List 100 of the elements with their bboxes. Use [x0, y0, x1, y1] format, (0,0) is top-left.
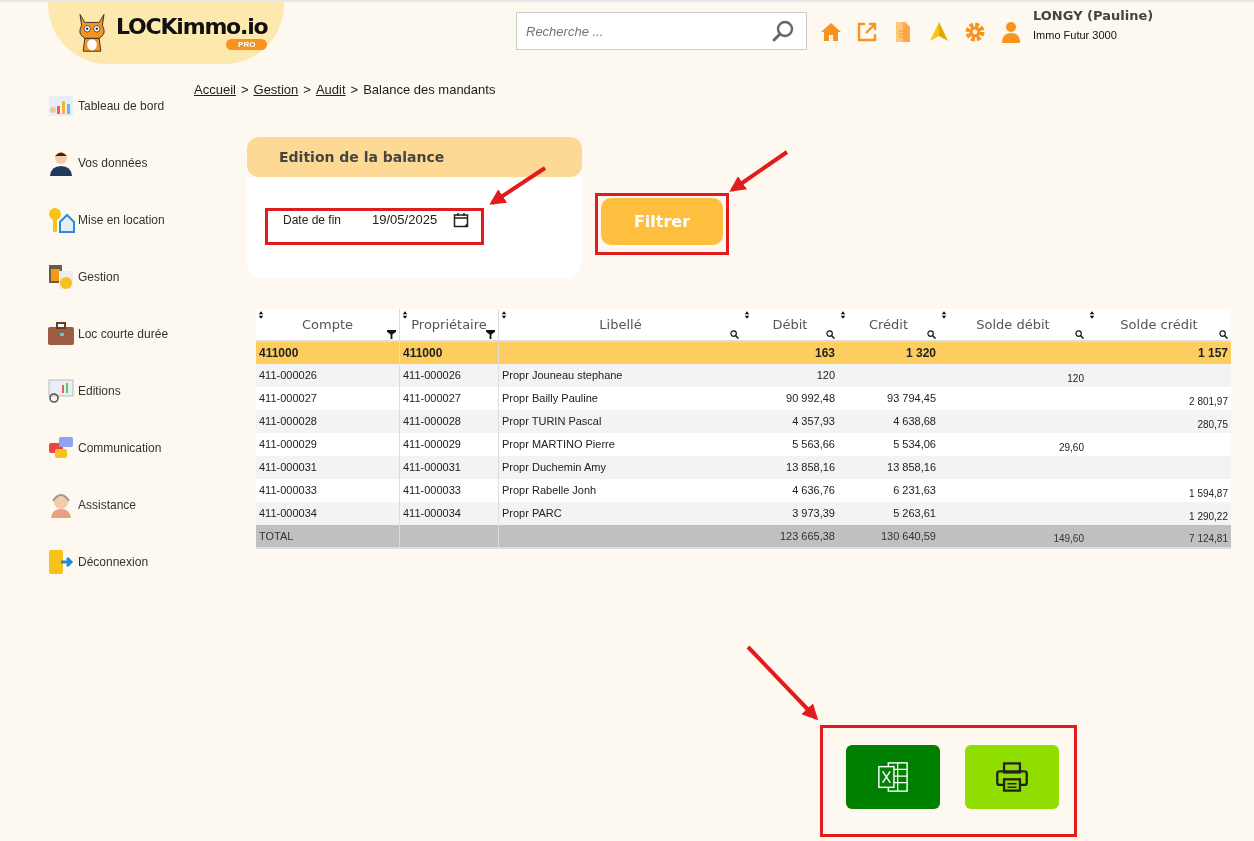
- breadcrumb-separator: >: [350, 82, 359, 97]
- date-field[interactable]: Date de fin 19/05/2025: [267, 203, 477, 236]
- table-cell: 123 665,38: [779, 529, 835, 542]
- table-cell: 5 534,06: [893, 438, 936, 450]
- table-cell: 120: [816, 369, 835, 381]
- search-icon[interactable]: [1219, 330, 1228, 339]
- search-field[interactable]: Recherche ...: [516, 12, 807, 50]
- table-cell: 1 594,87: [1189, 488, 1228, 499]
- table-cell: 4 636,76: [792, 484, 835, 496]
- table-cell: 411-000029: [403, 438, 461, 450]
- table-cell: 149,60: [1053, 533, 1084, 544]
- table-cell: 13 858,16: [786, 461, 835, 473]
- table-cell: Propr Bailly Pauline: [502, 392, 598, 404]
- table-cell: 5 263,61: [893, 507, 936, 519]
- table-cell: 130 640,59: [880, 529, 936, 542]
- printer-icon: [995, 761, 1029, 793]
- sidebar-item[interactable]: Assistance: [47, 489, 194, 521]
- annotation-arrow: [729, 150, 789, 192]
- column-header[interactable]: Crédit: [838, 309, 939, 341]
- table-cell: 13 858,16: [887, 461, 936, 473]
- table-cell: 411-000028: [403, 415, 461, 427]
- breadcrumb-link[interactable]: Gestion: [253, 82, 299, 97]
- table-cell: 4 357,93: [792, 415, 835, 427]
- table-cell: Propr Rabelle Jonh: [502, 484, 597, 496]
- table-cell: 93 794,45: [887, 392, 936, 404]
- exit-door-icon: [47, 548, 75, 576]
- sidebar-item[interactable]: Loc courte durée: [47, 318, 194, 350]
- sidebar-item[interactable]: Tableau de bord: [47, 90, 194, 122]
- sort-icon[interactable]: [744, 311, 750, 319]
- monitor-chart-icon: [47, 377, 75, 405]
- table-cell: Propr TURIN Pascal: [502, 415, 602, 427]
- sidebar-item[interactable]: Gestion: [47, 261, 194, 293]
- table-cell: TOTAL: [259, 529, 294, 542]
- pro-badge: PRO: [226, 38, 268, 50]
- table-cell: 1 290,22: [1189, 511, 1228, 522]
- table-cell: 4 638,68: [893, 415, 936, 427]
- annotation-arrow: [489, 166, 547, 205]
- column-header[interactable]: Solde débit: [939, 309, 1087, 341]
- search-icon[interactable]: [730, 330, 739, 339]
- sort-icon[interactable]: [941, 311, 947, 319]
- table-cell: 411-000033: [259, 484, 317, 496]
- key-house-icon: [47, 206, 75, 234]
- logo-wordmark: LOCKimmo.io: [116, 14, 268, 39]
- table-cell: 280,75: [1197, 419, 1228, 430]
- column-header[interactable]: Débit: [742, 309, 838, 341]
- table-cell: 411-000026: [259, 369, 317, 381]
- table-cell: 411-000027: [403, 392, 461, 404]
- table-cell: Propr MARTINO Pierre: [502, 438, 615, 450]
- table-cell: 1 157: [1197, 345, 1228, 360]
- sort-icon[interactable]: [840, 311, 846, 319]
- filter-icon[interactable]: [486, 330, 495, 339]
- column-header[interactable]: Solde crédit: [1087, 309, 1231, 341]
- person-icon: [47, 149, 75, 177]
- table-cell: 411-000031: [403, 461, 461, 473]
- table-cell: 411-000028: [259, 415, 317, 427]
- excel-export-button[interactable]: [846, 745, 940, 809]
- table-cell: 163: [814, 345, 835, 360]
- table-cell: 6 231,63: [893, 484, 936, 496]
- card-header: Edition de la balance: [247, 137, 582, 177]
- calendar-icon[interactable]: [453, 211, 470, 228]
- table-cell: 411000: [259, 345, 299, 360]
- table-cell: 411-000033: [403, 484, 461, 496]
- suitcase-icon: [47, 320, 75, 348]
- table-cell: 411-000026: [403, 369, 461, 381]
- table-cell: Propr Duchemin Amy: [502, 461, 606, 473]
- spreadsheet-icon: [876, 761, 910, 793]
- sidebar-item[interactable]: Editions: [47, 375, 194, 407]
- table-cell: 7 124,81: [1189, 533, 1228, 544]
- breadcrumb-separator: >: [240, 82, 249, 97]
- table-cell: Propr Jouneau stephane: [502, 369, 623, 381]
- table-cell: 29,60: [1058, 442, 1084, 453]
- table-cell: 411000: [403, 345, 443, 360]
- print-button[interactable]: [965, 745, 1059, 809]
- sidebar-item[interactable]: Déconnexion: [47, 546, 194, 578]
- agency-name: Immo Futur 3000: [1033, 29, 1118, 41]
- column-header[interactable]: Propriétaire: [399, 309, 499, 341]
- sort-icon[interactable]: [501, 311, 507, 319]
- table-cell: 3 973,39: [792, 507, 835, 519]
- table-cell: 5 563,66: [792, 438, 835, 450]
- sort-icon[interactable]: [402, 311, 408, 319]
- table-cell: 411-000029: [259, 438, 317, 450]
- table-cell: 411-000034: [259, 507, 317, 519]
- breadcrumb-current: Balance des mandants: [363, 82, 496, 97]
- sidebar-item[interactable]: Mise en location: [47, 204, 194, 236]
- column-header[interactable]: Libellé: [498, 309, 742, 341]
- calculator-icon: [47, 263, 75, 291]
- search-icon[interactable]: [1075, 330, 1084, 339]
- sort-icon[interactable]: [258, 311, 264, 319]
- sidebar-item[interactable]: Vos données: [47, 147, 194, 179]
- column-header[interactable]: Compte: [256, 309, 400, 341]
- sidebar-item[interactable]: Communication: [47, 432, 194, 464]
- filter-icon[interactable]: [387, 330, 396, 339]
- breadcrumb-link[interactable]: Audit: [315, 82, 346, 97]
- breadcrumb-link[interactable]: Accueil: [194, 82, 236, 97]
- search-icon[interactable]: [826, 330, 835, 339]
- sort-icon[interactable]: [1089, 311, 1095, 319]
- table-cell: 411-000027: [259, 392, 317, 404]
- table-cell: 2 801,97: [1189, 396, 1228, 407]
- user-name: LONGY (Pauline): [1033, 8, 1154, 23]
- search-icon[interactable]: [927, 330, 936, 339]
